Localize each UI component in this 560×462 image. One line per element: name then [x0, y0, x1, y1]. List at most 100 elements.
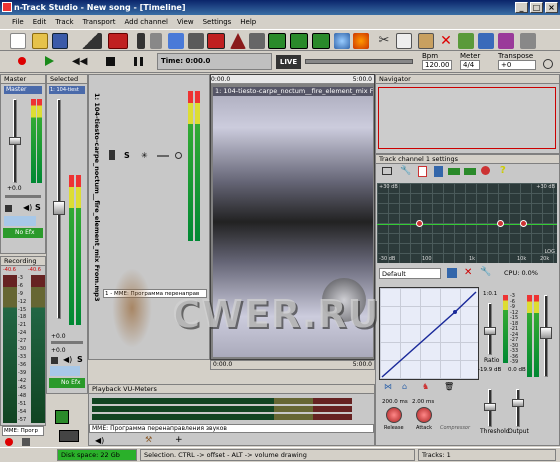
eq-band-1[interactable] — [416, 220, 423, 227]
move-icon[interactable] — [168, 33, 184, 49]
transpose-select[interactable]: +0 — [498, 60, 536, 70]
preset-save-icon[interactable] — [447, 268, 457, 278]
clock-icon[interactable] — [543, 59, 553, 69]
playback-hammer-icon[interactable]: ⚒ — [145, 435, 152, 444]
position-slider[interactable] — [305, 59, 413, 64]
menu-track[interactable]: Track — [55, 18, 73, 26]
output-fader[interactable] — [512, 399, 524, 407]
menu-file[interactable]: File — [12, 18, 24, 26]
timeline-hscroll[interactable]: 0:00.0 5:00.0 — [210, 360, 375, 370]
loop-icon[interactable] — [268, 33, 286, 49]
comp-output-fader[interactable] — [540, 327, 552, 339]
master-pan-slider[interactable] — [5, 195, 41, 198]
timeline-ruler[interactable]: 0:00.0 5:00.0 — [211, 75, 374, 84]
menu-add-channel[interactable]: Add channel — [124, 18, 167, 26]
comp-trash-icon[interactable]: 🗑 — [444, 382, 454, 391]
menu-view[interactable]: View — [177, 18, 194, 26]
track-pan-slider[interactable] — [157, 155, 169, 157]
minimize-button[interactable]: _ — [515, 2, 528, 13]
monitor-icon[interactable] — [382, 167, 392, 175]
delete-icon[interactable]: ✕ — [438, 33, 454, 49]
save-preset-icon[interactable] — [434, 166, 443, 177]
microphone-icon[interactable] — [137, 33, 145, 49]
selected-insert-slot[interactable] — [50, 366, 80, 376]
redo-icon[interactable] — [478, 33, 494, 49]
track-solo-button[interactable]: S — [124, 151, 130, 160]
punch-icon[interactable] — [290, 33, 308, 49]
meters-view-icon[interactable] — [59, 430, 79, 442]
selected-pan-slider[interactable] — [51, 341, 83, 344]
release-knob[interactable] — [386, 407, 402, 423]
meter-field[interactable]: 4/4 — [460, 60, 480, 70]
mixer-icon[interactable] — [150, 33, 162, 49]
record-button[interactable] — [18, 57, 26, 65]
master-insert-slot[interactable] — [4, 216, 36, 226]
maximize-button[interactable]: □ — [530, 2, 543, 13]
comp-icon-3[interactable]: ♞ — [422, 382, 429, 391]
waveform-clip[interactable]: 1: 104-tiesto-carpe_noctum__fire_element… — [213, 87, 373, 357]
undo-icon[interactable] — [458, 33, 474, 49]
ratio-slider[interactable] — [484, 327, 496, 335]
comp-icon-1[interactable]: ⋈ — [384, 382, 392, 391]
live-button[interactable]: LIVE — [276, 55, 301, 69]
selected-fader[interactable] — [53, 201, 65, 215]
settings-icon[interactable] — [520, 33, 536, 49]
stop-button[interactable] — [106, 57, 115, 66]
fx-green-icon-2[interactable] — [464, 168, 476, 175]
master-efx-slot[interactable]: No Efx — [3, 228, 43, 238]
menu-edit[interactable]: Edit — [33, 18, 47, 26]
selected-link-icon[interactable] — [51, 357, 58, 364]
cursor-icon[interactable] — [188, 33, 204, 49]
zoom-icon[interactable] — [498, 33, 514, 49]
rec-device-select[interactable]: MME: Прогр — [2, 426, 44, 436]
new-file-icon[interactable] — [10, 33, 26, 49]
track-export-icon[interactable] — [144, 365, 158, 379]
eq-graph[interactable]: +30 dB +30 dB -30 dB 100 1k 10k 20k LOG — [377, 183, 557, 263]
preset-delete-icon[interactable]: ✕ — [464, 268, 474, 278]
volume-ramp-icon[interactable] — [78, 33, 102, 49]
preset-select[interactable]: Default — [379, 268, 441, 279]
attack-knob[interactable] — [416, 407, 432, 423]
track-device-select[interactable]: 1 - MME: Программа перенаправ — [103, 289, 207, 298]
fx-green-icon-1[interactable] — [448, 168, 460, 175]
piano-roll-icon[interactable] — [249, 33, 265, 49]
copy-icon[interactable] — [396, 33, 412, 49]
play-button[interactable] — [45, 56, 54, 66]
mixer-view-icon[interactable] — [55, 410, 69, 424]
master-link-icon[interactable] — [5, 205, 12, 212]
preset-wrench-icon[interactable]: 🔧 — [480, 267, 491, 277]
rewind-button[interactable]: ◀◀ — [72, 57, 87, 67]
rec-arm-button[interactable] — [5, 438, 13, 446]
comp-icon-2[interactable]: ⌂ — [402, 382, 407, 391]
wave-edit-icon[interactable] — [207, 33, 225, 49]
eq-band-2[interactable] — [497, 220, 504, 227]
navigator-view[interactable] — [378, 87, 556, 149]
master-fader[interactable] — [9, 137, 21, 145]
track-mute-icon[interactable] — [109, 150, 115, 160]
metronome-icon[interactable] — [230, 33, 246, 49]
bpm-field[interactable]: 120.00 — [422, 60, 452, 70]
save-icon[interactable] — [52, 33, 68, 49]
fx-red-icon[interactable] — [481, 166, 490, 175]
open-folder-icon[interactable] — [32, 33, 48, 49]
menu-transport[interactable]: Transport — [83, 18, 116, 26]
menu-settings[interactable]: Settings — [203, 18, 232, 26]
track-fx-icon[interactable]: ✳ — [141, 151, 148, 160]
threshold-fader[interactable] — [484, 403, 496, 411]
selected-efx-slot[interactable]: No Efx — [49, 378, 85, 388]
compressor-graph[interactable] — [379, 287, 479, 380]
record-mode-icon[interactable] — [108, 33, 128, 49]
track-arm-button[interactable] — [175, 152, 182, 159]
menu-help[interactable]: Help — [240, 18, 256, 26]
help-icon[interactable]: ? — [500, 165, 506, 176]
close-button[interactable]: × — [545, 2, 558, 13]
snap-icon[interactable] — [312, 33, 330, 49]
rec-monitor-button[interactable] — [22, 438, 30, 446]
doc-icon[interactable] — [418, 166, 427, 177]
master-solo-button[interactable]: S — [35, 203, 41, 212]
cut-icon[interactable]: ✂ — [376, 33, 392, 49]
playback-device-select[interactable]: MME: Программа перенаправления звуков — [89, 424, 374, 433]
globe-icon[interactable] — [334, 33, 350, 49]
selected-speaker-icon[interactable]: ◀) — [63, 355, 72, 364]
selected-solo-button[interactable]: S — [77, 355, 83, 364]
